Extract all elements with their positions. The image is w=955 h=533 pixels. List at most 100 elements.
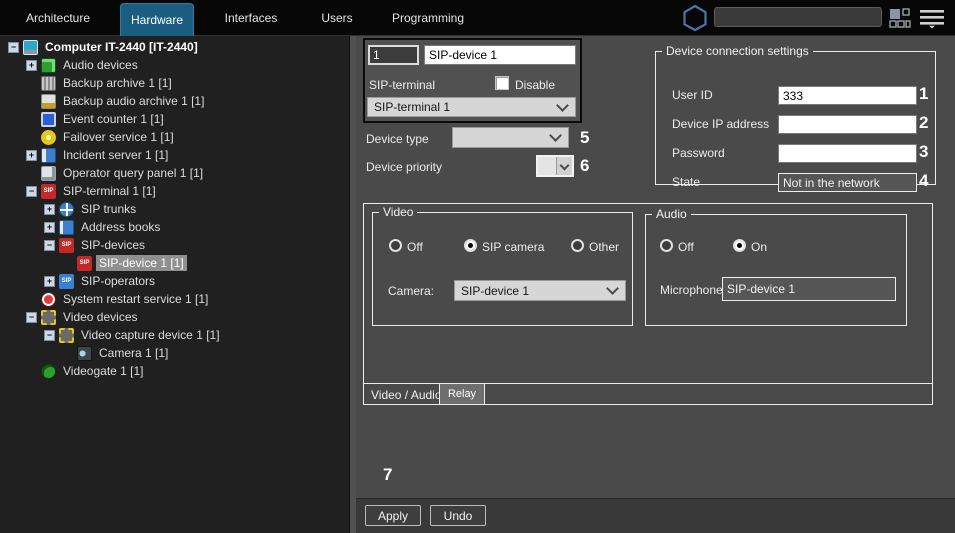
tree-item-label[interactable]: SIP-device 1 [1] <box>96 255 187 271</box>
object-name-field[interactable] <box>424 45 576 65</box>
expand-icon[interactable]: + <box>44 222 55 233</box>
user-id-label: User ID <box>672 88 713 102</box>
action-bar: Apply Undo <box>356 498 955 533</box>
parent-type-label: SIP-terminal <box>369 78 435 92</box>
tree-item-label[interactable]: Videogate 1 [1] <box>60 363 147 379</box>
video-off-radio[interactable] <box>389 239 402 252</box>
tab-users[interactable]: Users <box>311 11 363 25</box>
collapse-icon[interactable]: − <box>8 42 19 53</box>
expand-icon[interactable]: + <box>26 150 37 161</box>
tree-item-label[interactable]: Operator query panel 1 [1] <box>60 165 206 181</box>
audio-card-icon <box>41 58 56 73</box>
expand-icon[interactable]: + <box>26 60 37 71</box>
power-icon <box>41 292 56 307</box>
search-input[interactable] <box>714 7 882 27</box>
tree-item-operator-query-panel-1-1[interactable]: Operator query panel 1 [1] <box>0 164 349 182</box>
layout-grid-icon[interactable] <box>889 8 911 28</box>
collapse-icon[interactable]: − <box>44 240 55 251</box>
chip-icon <box>41 310 56 325</box>
chevron-down-icon <box>549 129 562 142</box>
device-ip-field[interactable] <box>778 115 917 134</box>
tree-item-sip-trunks[interactable]: + SIP trunks <box>0 200 349 218</box>
apply-button[interactable]: Apply <box>365 505 421 526</box>
tree-item-label[interactable]: Video capture device 1 [1] <box>78 327 223 343</box>
group-title: Video <box>379 205 417 219</box>
tree-item-label[interactable]: Backup archive 1 [1] <box>60 75 175 91</box>
video-sip-camera-radio[interactable] <box>464 239 477 252</box>
tab-video-audio[interactable]: Video / Audio <box>371 388 442 402</box>
tree-item-failover-service-1-1[interactable]: Failover service 1 [1] <box>0 128 349 146</box>
video-other-radio[interactable] <box>571 239 584 252</box>
tree-item-video-devices[interactable]: − Video devices <box>0 308 349 326</box>
audio-on-radio[interactable] <box>733 239 746 252</box>
hamburger-menu-icon[interactable] <box>919 7 945 29</box>
tree-item-event-counter-1-1[interactable]: Event counter 1 [1] <box>0 110 349 128</box>
tree-item-label[interactable]: Camera 1 [1] <box>96 345 171 361</box>
tree-item-sip-operators[interactable]: + SIP-operators <box>0 272 349 290</box>
device-priority-select[interactable] <box>536 155 574 177</box>
camera-select[interactable]: SIP-device 1 <box>454 280 626 301</box>
audio-off-label: Off <box>678 240 694 254</box>
video-other-label: Other <box>589 240 619 254</box>
tree-item-label[interactable]: Failover service 1 [1] <box>60 129 177 145</box>
tree-item-label[interactable]: Video devices <box>60 309 141 325</box>
top-nav-bar: Architecture Hardware Interfaces Users P… <box>0 0 955 36</box>
collapse-icon[interactable]: − <box>44 330 55 341</box>
user-id-field[interactable] <box>778 86 917 105</box>
tree-item-system-restart-service-1-1[interactable]: System restart service 1 [1] <box>0 290 349 308</box>
dropdown-button[interactable] <box>556 157 572 175</box>
parent-terminal-value: SIP-terminal 1 <box>374 100 450 114</box>
incident-server-icon <box>41 148 56 163</box>
tree-item-label[interactable]: SIP trunks <box>78 201 139 217</box>
tree-item-label[interactable]: SIP-devices <box>78 237 148 253</box>
tree-item-incident-server-1-1[interactable]: + Incident server 1 [1] <box>0 146 349 164</box>
videogate-icon <box>41 364 56 379</box>
tree-item-label[interactable]: Backup audio archive 1 [1] <box>60 93 207 109</box>
parent-terminal-select[interactable]: SIP-terminal 1 <box>367 97 576 117</box>
tree-item-sip-devices[interactable]: − SIP-devices <box>0 236 349 254</box>
audio-off-radio[interactable] <box>660 239 673 252</box>
tab-programming[interactable]: Programming <box>388 11 468 25</box>
panel-splitter[interactable] <box>349 36 356 533</box>
undo-button[interactable]: Undo <box>430 505 486 526</box>
tab-interfaces[interactable]: Interfaces <box>210 11 292 25</box>
sip-red-icon <box>59 238 74 253</box>
expand-icon[interactable]: + <box>44 276 55 287</box>
device-type-select[interactable] <box>452 127 569 148</box>
tree-item-videogate-1-1[interactable]: Videogate 1 [1] <box>0 362 349 380</box>
collapse-icon[interactable]: − <box>26 186 37 197</box>
tree-item-label[interactable]: Address books <box>78 219 163 235</box>
tree-item-label[interactable]: Event counter 1 [1] <box>60 111 167 127</box>
tree-item-video-capture-device-1-1[interactable]: − Video capture device 1 [1] <box>0 326 349 344</box>
tree-item-camera-1-1[interactable]: Camera 1 [1] <box>0 344 349 362</box>
tree-item-label[interactable]: SIP-terminal 1 [1] <box>60 183 159 199</box>
password-field[interactable] <box>778 144 917 163</box>
tree-item-sip-device-1-1[interactable]: SIP-device 1 [1] <box>0 254 349 272</box>
state-value: Not in the network <box>778 173 917 192</box>
expand-icon[interactable]: + <box>44 204 55 215</box>
disable-checkbox[interactable] <box>495 76 509 90</box>
sip-red-icon <box>41 184 56 199</box>
tree-item-backup-archive-1-1[interactable]: Backup archive 1 [1] <box>0 74 349 92</box>
tree-item-label[interactable]: System restart service 1 [1] <box>60 291 211 307</box>
tab-hardware[interactable]: Hardware <box>120 3 194 36</box>
object-id-field[interactable] <box>368 45 419 65</box>
device-priority-label: Device priority <box>366 160 442 174</box>
tree-item-label[interactable]: Incident server 1 [1] <box>60 147 171 163</box>
tree-item-sip-terminal-1-1[interactable]: − SIP-terminal 1 [1] <box>0 182 349 200</box>
tree-item-label[interactable]: SIP-operators <box>78 273 158 289</box>
callout-7: 7 <box>383 465 392 485</box>
tab-relay[interactable]: Relay <box>439 383 485 405</box>
event-counter-icon <box>41 112 56 127</box>
tab-architecture[interactable]: Architecture <box>19 11 97 25</box>
tree-item-computer-it-2440-it-2440[interactable]: − Computer IT-2440 [IT-2440] <box>0 38 349 56</box>
tree-item-address-books[interactable]: + Address books <box>0 218 349 236</box>
chevron-down-icon <box>560 160 570 170</box>
device-ip-label: Device IP address <box>672 117 769 131</box>
tree-item-backup-audio-archive-1-1[interactable]: Backup audio archive 1 [1] <box>0 92 349 110</box>
tree-item-audio-devices[interactable]: + Audio devices <box>0 56 349 74</box>
collapse-icon[interactable]: − <box>26 312 37 323</box>
tree-item-label[interactable]: Computer IT-2440 [IT-2440] <box>42 39 201 55</box>
tree-item-label[interactable]: Audio devices <box>60 57 141 73</box>
microphone-label: Microphone: <box>660 283 726 297</box>
